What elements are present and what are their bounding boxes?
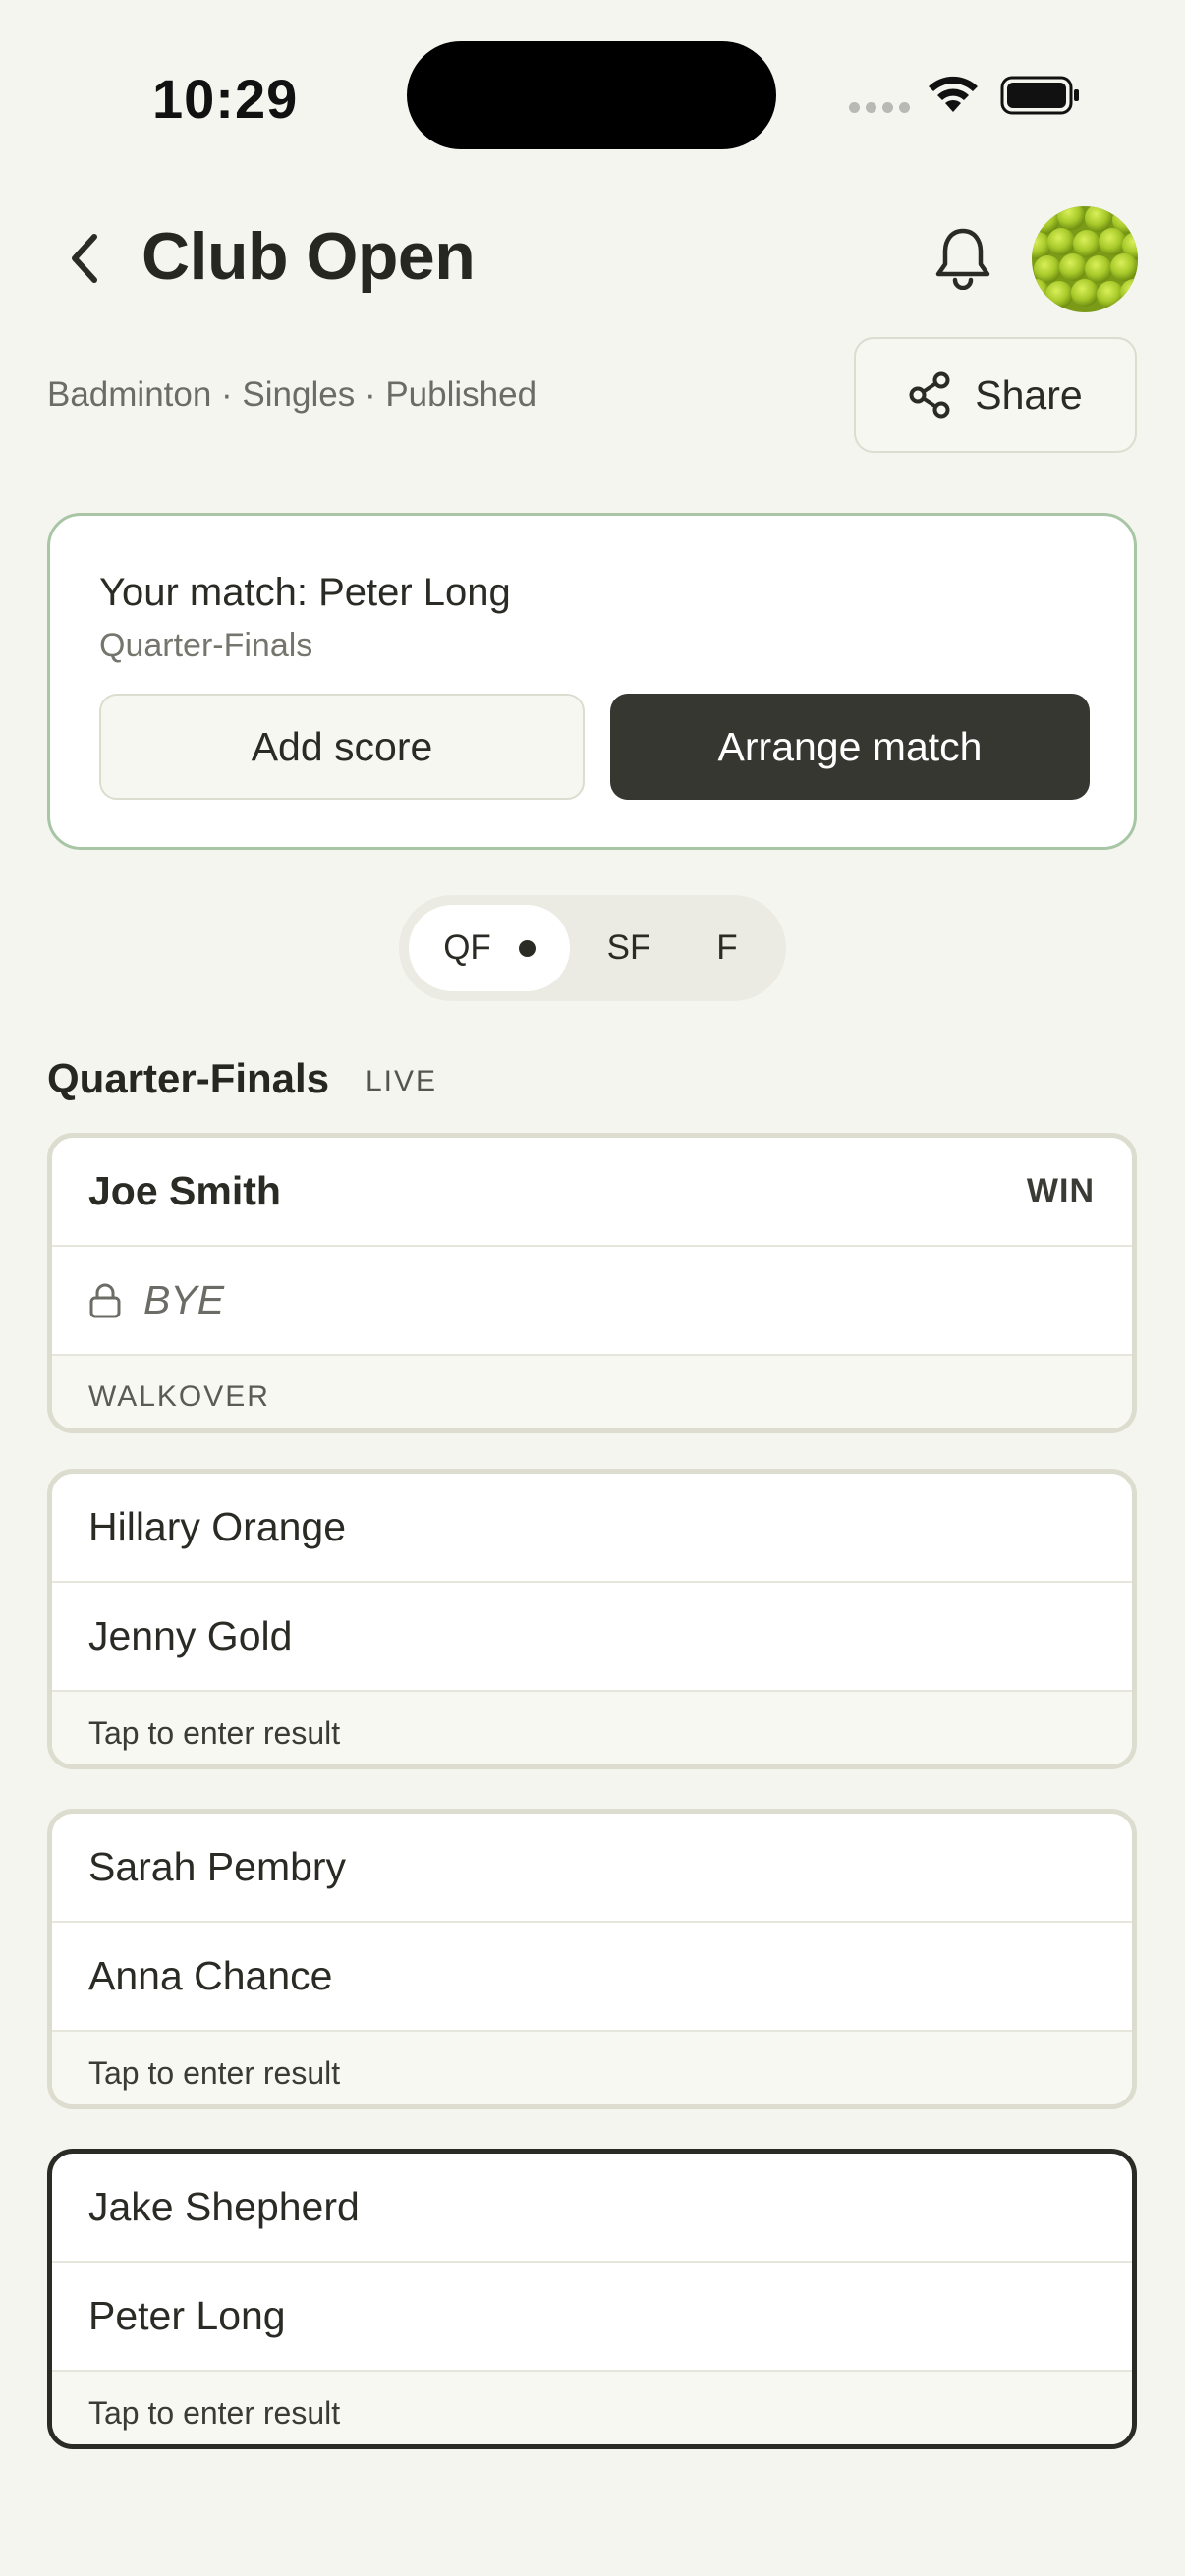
player-name: Joe Smith (88, 1168, 281, 1213)
player-row: Anna Chance (52, 1923, 1132, 2032)
player-name: Hillary Orange (88, 1504, 347, 1549)
win-label: WIN (1026, 1172, 1095, 1209)
user-match-card[interactable]: Jake Shepherd Peter Long Tap to enter re… (47, 2149, 1137, 2449)
your-match-card: Your match: Peter Long Quarter-Finals Ad… (47, 513, 1137, 850)
battery-icon (1000, 76, 1079, 115)
back-button[interactable] (57, 224, 112, 293)
share-icon (909, 371, 950, 419)
bye-label: BYE (143, 1277, 225, 1322)
player-name: Jenny Gold (88, 1613, 293, 1658)
cellular-signal-icon (849, 102, 910, 113)
tournament-meta: Badminton · Singles · Published (47, 375, 537, 414)
tab-sf[interactable]: SF (580, 905, 678, 991)
section-title: Quarter-Finals (47, 1055, 330, 1101)
bell-icon (935, 228, 990, 290)
active-dot-icon (518, 939, 536, 957)
wifi-icon (929, 76, 978, 112)
notifications-button[interactable] (931, 222, 994, 293)
match-footer: Tap to enter result (52, 2372, 1132, 2444)
player-row: Sarah Pembry (52, 1814, 1132, 1923)
avatar[interactable] (1032, 206, 1138, 312)
player-row: BYE (52, 1247, 1132, 1356)
match-footer: WALKOVER (52, 1356, 1132, 1428)
screen: 10:29 Club Open Badminton · Singles · Pu… (0, 0, 1185, 2576)
match-footer: Tap to enter result (52, 2032, 1132, 2104)
your-match-round: Quarter-Finals (99, 627, 313, 664)
player-name: Anna Chance (88, 1953, 333, 1998)
your-match-title: Your match: Peter Long (99, 571, 511, 614)
player-name: Peter Long (88, 2293, 286, 2338)
player-row: Jenny Gold (52, 1583, 1132, 1692)
match-footer: Tap to enter result (52, 1692, 1132, 1764)
player-name: Sarah Pembry (88, 1844, 347, 1889)
status-time: 10:29 (152, 68, 299, 130)
player-name: Jake Shepherd (88, 2184, 360, 2229)
tennis-balls-avatar-image (1032, 206, 1138, 312)
tab-f[interactable]: F (678, 905, 776, 991)
chevron-left-icon (72, 234, 97, 283)
add-score-button[interactable]: Add score (99, 694, 585, 800)
match-card[interactable]: Sarah Pembry Anna Chance Tap to enter re… (47, 1809, 1137, 2109)
share-label: Share (975, 371, 1083, 418)
match-card[interactable]: Joe Smith WIN BYE WALKOVER (47, 1133, 1137, 1433)
player-row: Joe Smith WIN (52, 1138, 1132, 1247)
page-title: Club Open (141, 219, 476, 294)
tab-qf-label: QF (443, 928, 491, 967)
dynamic-island (407, 41, 776, 149)
player-row: Jake Shepherd (52, 2154, 1132, 2263)
status-bar: 10:29 (0, 0, 1185, 187)
player-row: Hillary Orange (52, 1474, 1132, 1583)
round-tabs: QF SF F (399, 895, 786, 1001)
share-button[interactable]: Share (854, 337, 1137, 453)
tab-qf[interactable]: QF (409, 905, 570, 991)
lock-icon (89, 1283, 121, 1317)
arrange-match-button[interactable]: Arrange match (610, 694, 1090, 800)
live-badge: LIVE (366, 1065, 438, 1097)
match-card[interactable]: Hillary Orange Jenny Gold Tap to enter r… (47, 1469, 1137, 1769)
player-row: Peter Long (52, 2263, 1132, 2372)
